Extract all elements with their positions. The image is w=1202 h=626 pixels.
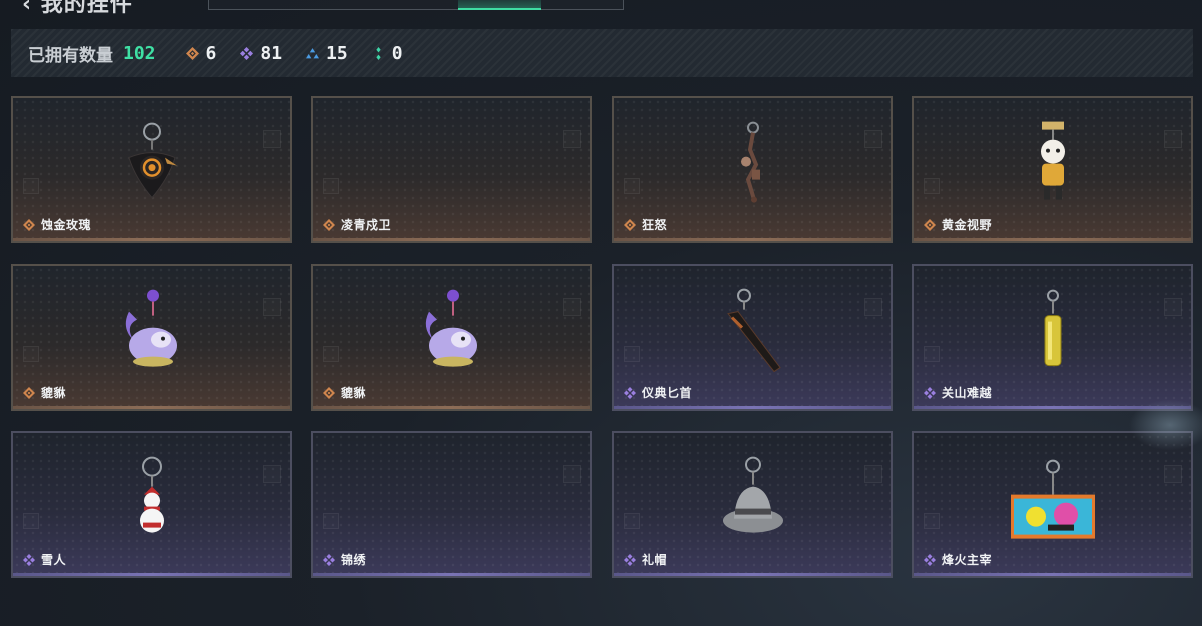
card-decoration: [263, 298, 281, 316]
charm-card[interactable]: 黄金视野: [912, 96, 1193, 243]
charm-card[interactable]: 貔貅: [11, 264, 292, 411]
skull-chain-icon: [740, 121, 760, 203]
rarity-green-count: 0: [372, 43, 403, 64]
charm-name: 礼帽: [624, 551, 667, 568]
orange-diamond-icon: [924, 218, 936, 231]
card-decoration: [263, 465, 281, 483]
snowman-icon: [139, 456, 164, 533]
owned-stats-bar: 已拥有数量 102 6 81 15 0: [11, 29, 1193, 77]
charm-name: 黄金视野: [924, 216, 992, 233]
rarity-orange-count: 6: [185, 43, 216, 64]
rarity-purple-count: 81: [240, 43, 282, 64]
orange-diamond-icon: [185, 46, 199, 60]
background-sparkle: [1122, 395, 1202, 455]
charm-name: 关山难越: [924, 384, 992, 401]
dagger-icon: [726, 288, 781, 372]
card-decoration: [1164, 465, 1182, 483]
card-decoration: [23, 178, 39, 194]
charm-name: 狂怒: [624, 216, 667, 233]
top-bar: ‹ 我的挂件: [0, 0, 1202, 17]
charm-card[interactable]: 仪典匕首: [612, 264, 893, 411]
card-decoration: [323, 346, 339, 362]
purple-clover-icon: [924, 386, 936, 399]
owned-count-label: 已拥有数量: [28, 45, 113, 66]
back-arrow-icon[interactable]: ‹: [22, 0, 41, 17]
page-title[interactable]: ‹ 我的挂件: [22, 0, 133, 18]
charm-card[interactable]: 蚀金玫瑰: [11, 96, 292, 243]
rarity-blue-count: 15: [306, 43, 348, 64]
orange-diamond-icon: [624, 218, 636, 231]
charm-card[interactable]: 雪人: [11, 431, 292, 578]
charm-name: 蚀金玫瑰: [23, 216, 91, 233]
charm-name: 烽火主宰: [924, 551, 992, 568]
card-decoration: [624, 513, 640, 529]
card-decoration: [624, 178, 640, 194]
card-decoration: [864, 465, 882, 483]
card-decoration: [563, 298, 581, 316]
card-decoration: [323, 178, 339, 194]
charm-card[interactable]: 礼帽: [612, 431, 893, 578]
charm-card[interactable]: 貔貅: [311, 264, 592, 411]
card-decoration: [563, 465, 581, 483]
green-dots-icon: [376, 46, 381, 60]
purple-pixiu-icon: [425, 289, 477, 367]
card-decoration: [23, 346, 39, 362]
charm-card[interactable]: 凌青戍卫: [311, 96, 592, 243]
charm-name: 仪典匕首: [624, 384, 692, 401]
gold-capsule-icon: [1044, 289, 1061, 366]
orange-diamond-icon: [23, 218, 35, 231]
fedora-hat-icon: [722, 456, 783, 533]
purple-clover-icon: [624, 553, 636, 566]
charm-card[interactable]: 关山难越: [912, 264, 1193, 411]
graffiti-container-icon: [1010, 459, 1095, 539]
card-decoration: [624, 346, 640, 362]
owned-count-value: 102: [123, 42, 156, 64]
purple-pixiu-icon: [125, 289, 177, 367]
card-decoration: [864, 130, 882, 148]
purple-clover-icon: [924, 553, 936, 566]
card-decoration: [924, 178, 940, 194]
charm-name: 貔貅: [323, 384, 366, 401]
charm-name: 凌青戍卫: [323, 216, 391, 233]
tab-strip: [208, 0, 624, 10]
card-decoration: [924, 346, 940, 362]
card-decoration: [1164, 298, 1182, 316]
charm-card[interactable]: 锦绣: [311, 431, 592, 578]
card-decoration: [563, 130, 581, 148]
rose-charm-icon: [127, 122, 177, 198]
purple-clover-icon: [240, 46, 254, 60]
purple-clover-icon: [23, 553, 35, 566]
card-decoration: [263, 130, 281, 148]
blue-triangle-icon: [306, 47, 320, 58]
card-decoration: [323, 513, 339, 529]
orange-diamond-icon: [323, 386, 335, 399]
orange-diamond-icon: [323, 218, 335, 231]
charm-name: 锦绣: [323, 551, 366, 568]
golden-figure-icon: [1040, 121, 1065, 200]
card-decoration: [1164, 130, 1182, 148]
card-decoration: [924, 513, 940, 529]
charm-card[interactable]: 狂怒: [612, 96, 893, 243]
purple-clover-icon: [323, 553, 335, 566]
purple-clover-icon: [624, 386, 636, 399]
card-decoration: [864, 298, 882, 316]
charm-name: 雪人: [23, 551, 66, 568]
charm-name: 貔貅: [23, 384, 66, 401]
card-decoration: [23, 513, 39, 529]
tab-active-indicator[interactable]: [458, 0, 541, 10]
orange-diamond-icon: [23, 386, 35, 399]
